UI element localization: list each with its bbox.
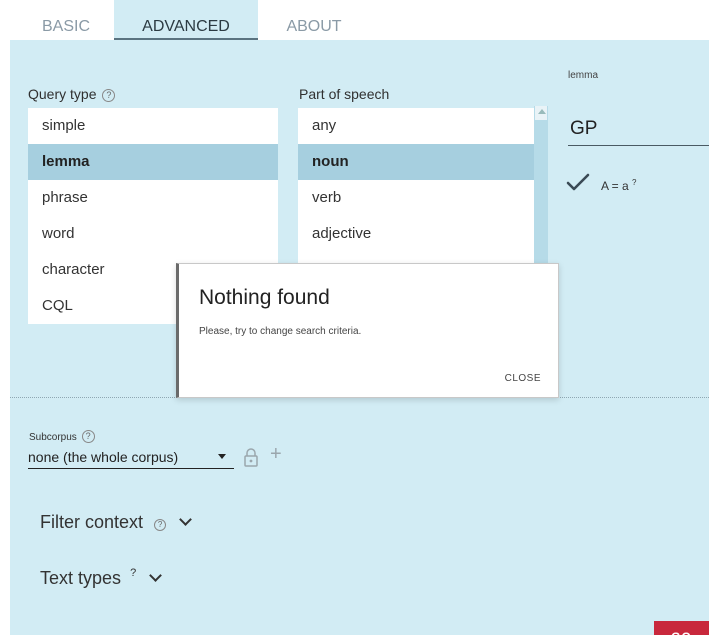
lemma-input[interactable] bbox=[568, 112, 709, 146]
query-type-option-simple[interactable]: simple bbox=[28, 108, 278, 144]
nothing-found-dialog: Nothing found Please, try to change sear… bbox=[176, 263, 559, 398]
case-insensitive-label: A = a bbox=[601, 179, 629, 193]
query-type-option-word[interactable]: word bbox=[28, 216, 278, 252]
add-subcorpus-icon[interactable]: + bbox=[270, 444, 282, 464]
chevron-down-icon bbox=[149, 569, 163, 582]
checkmark-icon[interactable] bbox=[566, 172, 590, 192]
text-types-help-mark[interactable]: ? bbox=[130, 567, 136, 579]
tab-bar: BASIC ADVANCED ABOUT bbox=[0, 0, 709, 40]
pos-option-adjective[interactable]: adjective bbox=[298, 216, 534, 252]
filter-context-toggle[interactable]: Filter context ? bbox=[40, 512, 192, 533]
help-icon[interactable]: ? bbox=[154, 519, 167, 531]
filter-context-label: Filter context bbox=[40, 512, 144, 532]
part-of-speech-label: Part of speech bbox=[299, 86, 390, 102]
pos-option-verb[interactable]: verb bbox=[298, 180, 534, 216]
close-button[interactable]: CLOSE bbox=[505, 373, 541, 384]
scroll-up-button[interactable] bbox=[535, 106, 547, 120]
dialog-title: Nothing found bbox=[199, 286, 330, 309]
lock-icon[interactable] bbox=[243, 447, 259, 467]
query-type-label: Query type ? bbox=[28, 86, 116, 102]
case-help-mark[interactable]: ? bbox=[632, 178, 636, 187]
subcorpus-select[interactable]: none (the whole corpus) bbox=[28, 447, 234, 469]
subcorpus-label-text: Subcorpus bbox=[29, 432, 77, 443]
text-types-toggle[interactable]: Text types ? bbox=[40, 567, 163, 589]
tab-about[interactable]: ABOUT bbox=[274, 0, 354, 40]
text-types-label: Text types bbox=[40, 568, 122, 588]
arrow-up-icon bbox=[538, 109, 546, 114]
pos-option-noun[interactable]: noun bbox=[298, 144, 534, 180]
pos-option-any[interactable]: any bbox=[298, 108, 534, 144]
dialog-message: Please, try to change search criteria. bbox=[199, 326, 362, 337]
tab-basic[interactable]: BASIC bbox=[28, 0, 104, 40]
chevron-down-icon bbox=[179, 513, 192, 526]
case-insensitive-option[interactable]: A = a ? bbox=[601, 178, 637, 193]
tab-advanced[interactable]: ADVANCED bbox=[114, 0, 258, 40]
subcorpus-label: Subcorpus ? bbox=[29, 430, 95, 443]
help-icon[interactable]: ? bbox=[81, 430, 95, 443]
query-type-option-phrase[interactable]: phrase bbox=[28, 180, 278, 216]
query-type-option-lemma[interactable]: lemma bbox=[28, 144, 278, 180]
caret-down-icon[interactable] bbox=[218, 454, 226, 459]
lemma-label: lemma bbox=[568, 70, 599, 81]
help-icon[interactable]: ? bbox=[102, 89, 116, 102]
go-button[interactable]: GO bbox=[654, 621, 709, 635]
query-type-label-text: Query type bbox=[28, 86, 97, 102]
